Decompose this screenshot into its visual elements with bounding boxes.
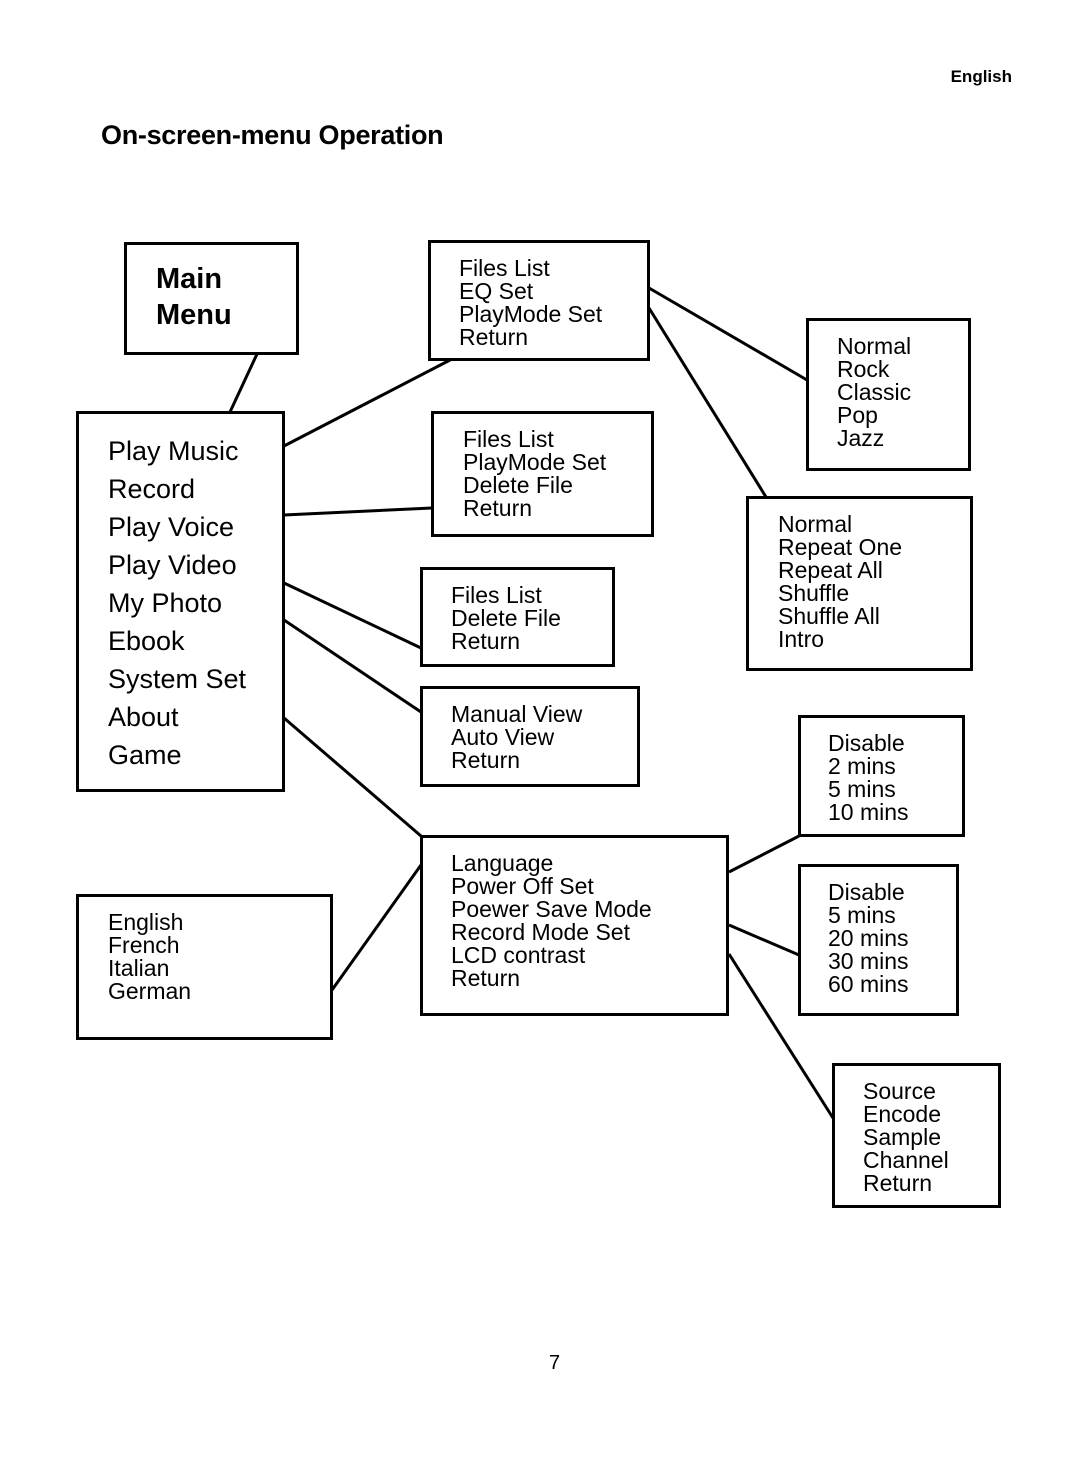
submenu-item: EQ Set (459, 278, 534, 304)
submenu-item: Encode (863, 1101, 942, 1127)
submenu-item: Channel (863, 1147, 949, 1173)
submenu-item: Rock (837, 356, 890, 382)
power-off-submenu-box: Disable 2 mins 5 mins 10 mins (798, 715, 965, 837)
connector-playmusic (283, 357, 453, 448)
submenu-item: Files List (463, 426, 554, 452)
submenu-item: Return (459, 324, 529, 350)
submenu-item: 2 mins (828, 753, 896, 779)
playmode-submenu-box: Normal Repeat One Repeat All Shuffle Shu… (746, 496, 973, 671)
submenu-item: Shuffle (778, 580, 850, 606)
connector-eq (648, 286, 808, 382)
eq-submenu-box: Normal Rock Classic Pop Jazz (806, 318, 971, 471)
submenu-item: Sample (863, 1124, 941, 1150)
connector-language (330, 864, 423, 991)
submenu-item: Return (451, 965, 521, 991)
submenu-item: Repeat One (778, 534, 903, 560)
connector-playvoice (283, 506, 433, 517)
submenu-item: Auto View (451, 724, 555, 750)
menu-item-play-music: Play Music (108, 436, 239, 466)
submenu-item: 60 mins (828, 971, 909, 997)
submenu-item: Shuffle All (778, 603, 880, 629)
submenu-item: Delete File (451, 605, 561, 631)
main-menu-title-line: Main (156, 263, 223, 295)
submenu-item: 30 mins (828, 948, 909, 974)
submenu-item: Poewer Save Mode (451, 896, 652, 922)
submenu-item: Return (451, 747, 521, 773)
submenu-item: Return (451, 628, 521, 654)
menu-item-system-set: System Set (108, 664, 247, 694)
submenu-item: 5 mins (828, 902, 896, 928)
submenu-item: Pop (837, 402, 878, 428)
menu-item-about: About (108, 702, 179, 732)
connector-poweroff (728, 834, 800, 874)
submenu-item: Files List (459, 255, 550, 281)
submenu-item: PlayMode Set (463, 449, 607, 475)
language-submenu-box: English French Italian German (76, 894, 333, 1040)
menu-item-play-voice: Play Voice (108, 512, 235, 542)
submenu-item: Record Mode Set (451, 919, 630, 945)
main-menu-title-line: Menu (156, 299, 232, 331)
submenu-item: English (108, 909, 184, 935)
connector-system (283, 716, 422, 838)
submenu-item: Power Off Set (451, 873, 594, 899)
submenu-item: Files List (451, 582, 542, 608)
submenu-item: Jazz (837, 425, 885, 451)
connector-photo (283, 618, 422, 714)
record-mode-submenu-box: Source Encode Sample Channel Return (832, 1063, 1001, 1208)
connector-powersave (728, 923, 800, 957)
system-set-submenu-box: Language Power Off Set Poewer Save Mode … (420, 835, 729, 1016)
submenu-item: 5 mins (828, 776, 896, 802)
submenu-item: Return (863, 1170, 933, 1196)
play-voice-submenu-box: Files List PlayMode Set Delete File Retu… (431, 411, 654, 537)
submenu-item: French (108, 932, 180, 958)
connector-mainmenu-to-items (228, 353, 259, 413)
submenu-item: PlayMode Set (459, 301, 603, 327)
submenu-item: Disable (828, 730, 905, 756)
photo-submenu-box: Manual View Auto View Return (420, 686, 640, 787)
submenu-item: Normal (837, 333, 912, 359)
main-menu-box: Main Menu (124, 242, 299, 355)
submenu-item: Classic (837, 379, 912, 405)
submenu-item: Intro (778, 626, 825, 652)
connector-playvideo (283, 581, 422, 650)
submenu-item: Repeat All (778, 557, 883, 583)
submenu-item: Return (463, 495, 533, 521)
power-save-submenu-box: Disable 5 mins 20 mins 30 mins 60 mins (798, 864, 959, 1016)
main-items-box: Play Music Record Play Voice Play Video … (76, 411, 285, 792)
connector-playmode (647, 307, 768, 498)
submenu-item: German (108, 978, 192, 1004)
menu-item-play-video: Play Video (108, 550, 237, 580)
submenu-item: Language (451, 850, 554, 876)
menu-item-my-photo: My Photo (108, 588, 223, 618)
header-language-label: English (950, 67, 1012, 86)
submenu-item: Delete File (463, 472, 573, 498)
play-video-submenu-box: Files List Delete File Return (420, 567, 615, 667)
submenu-item: LCD contrast (451, 942, 586, 968)
menu-item-ebook: Ebook (108, 626, 185, 656)
menu-item-record: Record (108, 474, 196, 504)
page-number: 7 (549, 1352, 561, 1374)
menu-item-game: Game (108, 740, 182, 770)
submenu-item: 10 mins (828, 799, 909, 825)
submenu-item: Disable (828, 879, 905, 905)
page-title: On-screen-menu Operation (101, 120, 444, 150)
submenu-item: Manual View (451, 701, 583, 727)
play-music-submenu-box: Files List EQ Set PlayMode Set Return (428, 240, 650, 361)
submenu-item: Source (863, 1078, 936, 1104)
submenu-item: Italian (108, 955, 170, 981)
submenu-item: 20 mins (828, 925, 909, 951)
submenu-item: Normal (778, 511, 853, 537)
